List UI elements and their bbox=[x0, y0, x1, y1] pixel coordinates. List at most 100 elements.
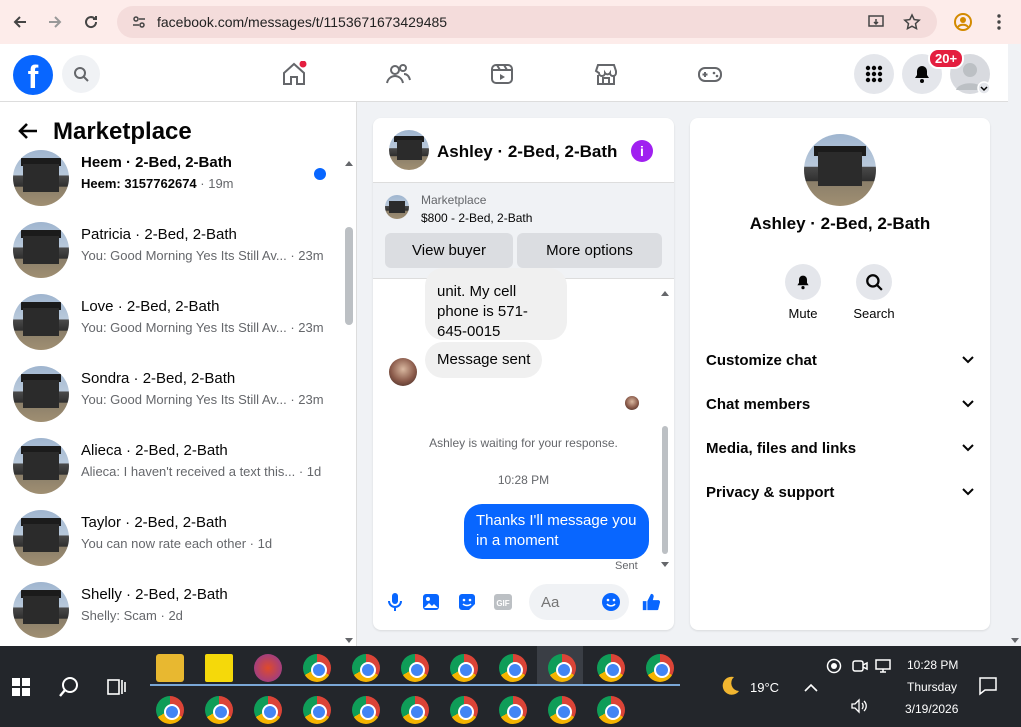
chrome-window-icon[interactable] bbox=[401, 696, 429, 724]
home-icon bbox=[283, 61, 307, 85]
scroll-down-arrow-icon[interactable] bbox=[344, 632, 354, 646]
watch-nav-button[interactable] bbox=[488, 60, 516, 88]
chat-panel: Ashley · 2-Bed, 2-Bath i Marketplace $80… bbox=[373, 118, 674, 630]
list-scrollbar[interactable] bbox=[345, 227, 353, 325]
photo-icon[interactable] bbox=[421, 592, 441, 612]
friends-nav-button[interactable] bbox=[384, 60, 412, 88]
chrome-window-icon[interactable] bbox=[450, 654, 478, 682]
chat-avatar[interactable] bbox=[389, 130, 429, 170]
show-hidden-icons-icon[interactable] bbox=[804, 680, 818, 698]
chrome-window-icon[interactable] bbox=[303, 696, 331, 724]
chrome-window-icon[interactable] bbox=[548, 654, 576, 682]
paint-app-icon[interactable] bbox=[254, 654, 282, 682]
media-files-section[interactable]: Media, files and links bbox=[706, 430, 974, 466]
chrome-window-icon[interactable] bbox=[352, 654, 380, 682]
conversation-name: Alieca · 2-Bed, 2-Bath bbox=[81, 442, 228, 459]
sticker-icon[interactable] bbox=[457, 592, 477, 612]
mute-button[interactable]: Mute bbox=[773, 264, 833, 321]
outgoing-message[interactable]: Thanks I'll message you in a moment bbox=[464, 504, 649, 559]
gaming-icon bbox=[698, 67, 722, 82]
chat-scroll-down-icon[interactable] bbox=[660, 556, 670, 574]
chrome-window-icon[interactable] bbox=[499, 696, 527, 724]
chrome-window-icon[interactable] bbox=[303, 654, 331, 682]
scroll-up-arrow-icon[interactable] bbox=[344, 154, 354, 172]
chat-members-section[interactable]: Chat members bbox=[706, 386, 974, 422]
address-bar[interactable]: facebook.com/messages/t/1153671673429485 bbox=[117, 6, 937, 38]
chat-scrollbar[interactable] bbox=[662, 426, 668, 554]
weather-temperature[interactable]: 19°C bbox=[750, 680, 779, 695]
moon-weather-icon[interactable] bbox=[718, 674, 742, 703]
chrome-window-icon[interactable] bbox=[450, 696, 478, 724]
browser-menu-icon[interactable] bbox=[990, 12, 1008, 37]
chrome-window-icon[interactable] bbox=[254, 696, 282, 724]
waiting-notice: Ashley is waiting for your response. bbox=[429, 436, 618, 450]
windows-start-icon[interactable] bbox=[12, 678, 30, 701]
clock-time[interactable]: 10:28 PM bbox=[907, 658, 958, 672]
emoji-icon[interactable] bbox=[601, 592, 621, 612]
home-nav-button[interactable] bbox=[280, 60, 308, 88]
chrome-window-icon[interactable] bbox=[597, 654, 625, 682]
back-arrow-icon[interactable] bbox=[17, 120, 39, 148]
conversation-item[interactable]: Alieca · 2-Bed, 2-Bath Alieca: I haven't… bbox=[0, 438, 340, 508]
facebook-logo[interactable]: f bbox=[13, 55, 53, 95]
chrome-window-icon[interactable] bbox=[548, 696, 576, 724]
conversation-item[interactable]: Love · 2-Bed, 2-Bath You: Good Morning Y… bbox=[0, 294, 340, 364]
clock-day[interactable]: Thursday bbox=[907, 680, 957, 694]
search-in-chat-button[interactable]: Search bbox=[844, 264, 904, 321]
search-label: Search bbox=[853, 306, 895, 321]
profile-icon[interactable] bbox=[953, 12, 973, 37]
view-buyer-button[interactable]: View buyer bbox=[385, 233, 513, 268]
network-icon[interactable] bbox=[875, 658, 893, 679]
chrome-window-icon[interactable] bbox=[401, 654, 429, 682]
conversation-name: Love · 2-Bed, 2-Bath bbox=[81, 298, 220, 315]
task-view-icon[interactable] bbox=[107, 677, 127, 702]
taskbar-search-icon[interactable] bbox=[58, 676, 80, 703]
conversation-item[interactable]: Taylor · 2-Bed, 2-Bath You can now rate … bbox=[0, 510, 340, 580]
meet-now-icon[interactable] bbox=[852, 658, 868, 679]
chrome-window-icon[interactable] bbox=[646, 654, 674, 682]
bookmark-star-icon[interactable] bbox=[903, 13, 921, 31]
conversation-item[interactable]: Heem · 2-Bed, 2-Bath Heem: 3157762674 · … bbox=[0, 150, 340, 220]
clock-date[interactable]: 3/19/2026 bbox=[905, 702, 958, 716]
contact-avatar[interactable] bbox=[804, 134, 876, 206]
chrome-window-icon[interactable] bbox=[499, 654, 527, 682]
file-explorer-icon[interactable] bbox=[156, 654, 184, 682]
menu-button[interactable] bbox=[854, 54, 894, 94]
marketplace-nav-button[interactable] bbox=[592, 60, 620, 88]
section-label: Customize chat bbox=[706, 351, 817, 369]
chat-scroll-up-icon[interactable] bbox=[660, 284, 670, 302]
listing-avatar bbox=[13, 582, 69, 638]
site-settings-icon[interactable] bbox=[131, 14, 147, 30]
notification-center-icon[interactable] bbox=[978, 676, 998, 701]
conversation-item[interactable]: Sondra · 2-Bed, 2-Bath You: Good Morning… bbox=[0, 366, 340, 436]
back-arrow-icon[interactable] bbox=[8, 10, 32, 34]
customize-chat-section[interactable]: Customize chat bbox=[706, 342, 974, 378]
volume-icon[interactable] bbox=[850, 698, 868, 719]
chrome-window-icon[interactable] bbox=[597, 696, 625, 724]
info-icon[interactable]: i bbox=[631, 140, 653, 162]
sender-avatar[interactable] bbox=[389, 358, 417, 386]
forward-arrow-icon[interactable] bbox=[43, 10, 67, 34]
more-options-button[interactable]: More options bbox=[517, 233, 662, 268]
conversation-item[interactable]: Patricia · 2-Bed, 2-Bath You: Good Morni… bbox=[0, 222, 340, 292]
sticky-notes-icon[interactable] bbox=[205, 654, 233, 682]
chrome-window-icon[interactable] bbox=[352, 696, 380, 724]
search-button[interactable] bbox=[62, 55, 100, 93]
microphone-icon[interactable] bbox=[385, 592, 405, 612]
incoming-message[interactable]: unit. My cell phone is 571- 645-0015 bbox=[425, 268, 567, 340]
incoming-message[interactable]: Message sent bbox=[425, 342, 543, 378]
chat-title[interactable]: Ashley · 2-Bed, 2-Bath bbox=[437, 142, 617, 162]
chrome-window-icon[interactable] bbox=[156, 696, 184, 724]
install-app-icon[interactable] bbox=[867, 13, 885, 31]
record-icon[interactable] bbox=[826, 658, 842, 679]
listing-avatar bbox=[13, 150, 69, 206]
conversation-item[interactable]: Shelly · 2-Bed, 2-Bath Shelly: Scam · 2d bbox=[0, 582, 340, 646]
reload-icon[interactable] bbox=[79, 10, 103, 34]
notification-count-badge: 20+ bbox=[928, 48, 965, 69]
conversation-snippet: Heem: 3157762674 · 19m bbox=[81, 176, 234, 191]
chrome-window-icon[interactable] bbox=[205, 696, 233, 724]
gaming-nav-button[interactable] bbox=[696, 60, 724, 88]
privacy-support-section[interactable]: Privacy & support bbox=[706, 474, 974, 510]
thumbs-up-icon[interactable] bbox=[641, 592, 661, 612]
gif-icon[interactable]: GIF bbox=[493, 592, 513, 612]
